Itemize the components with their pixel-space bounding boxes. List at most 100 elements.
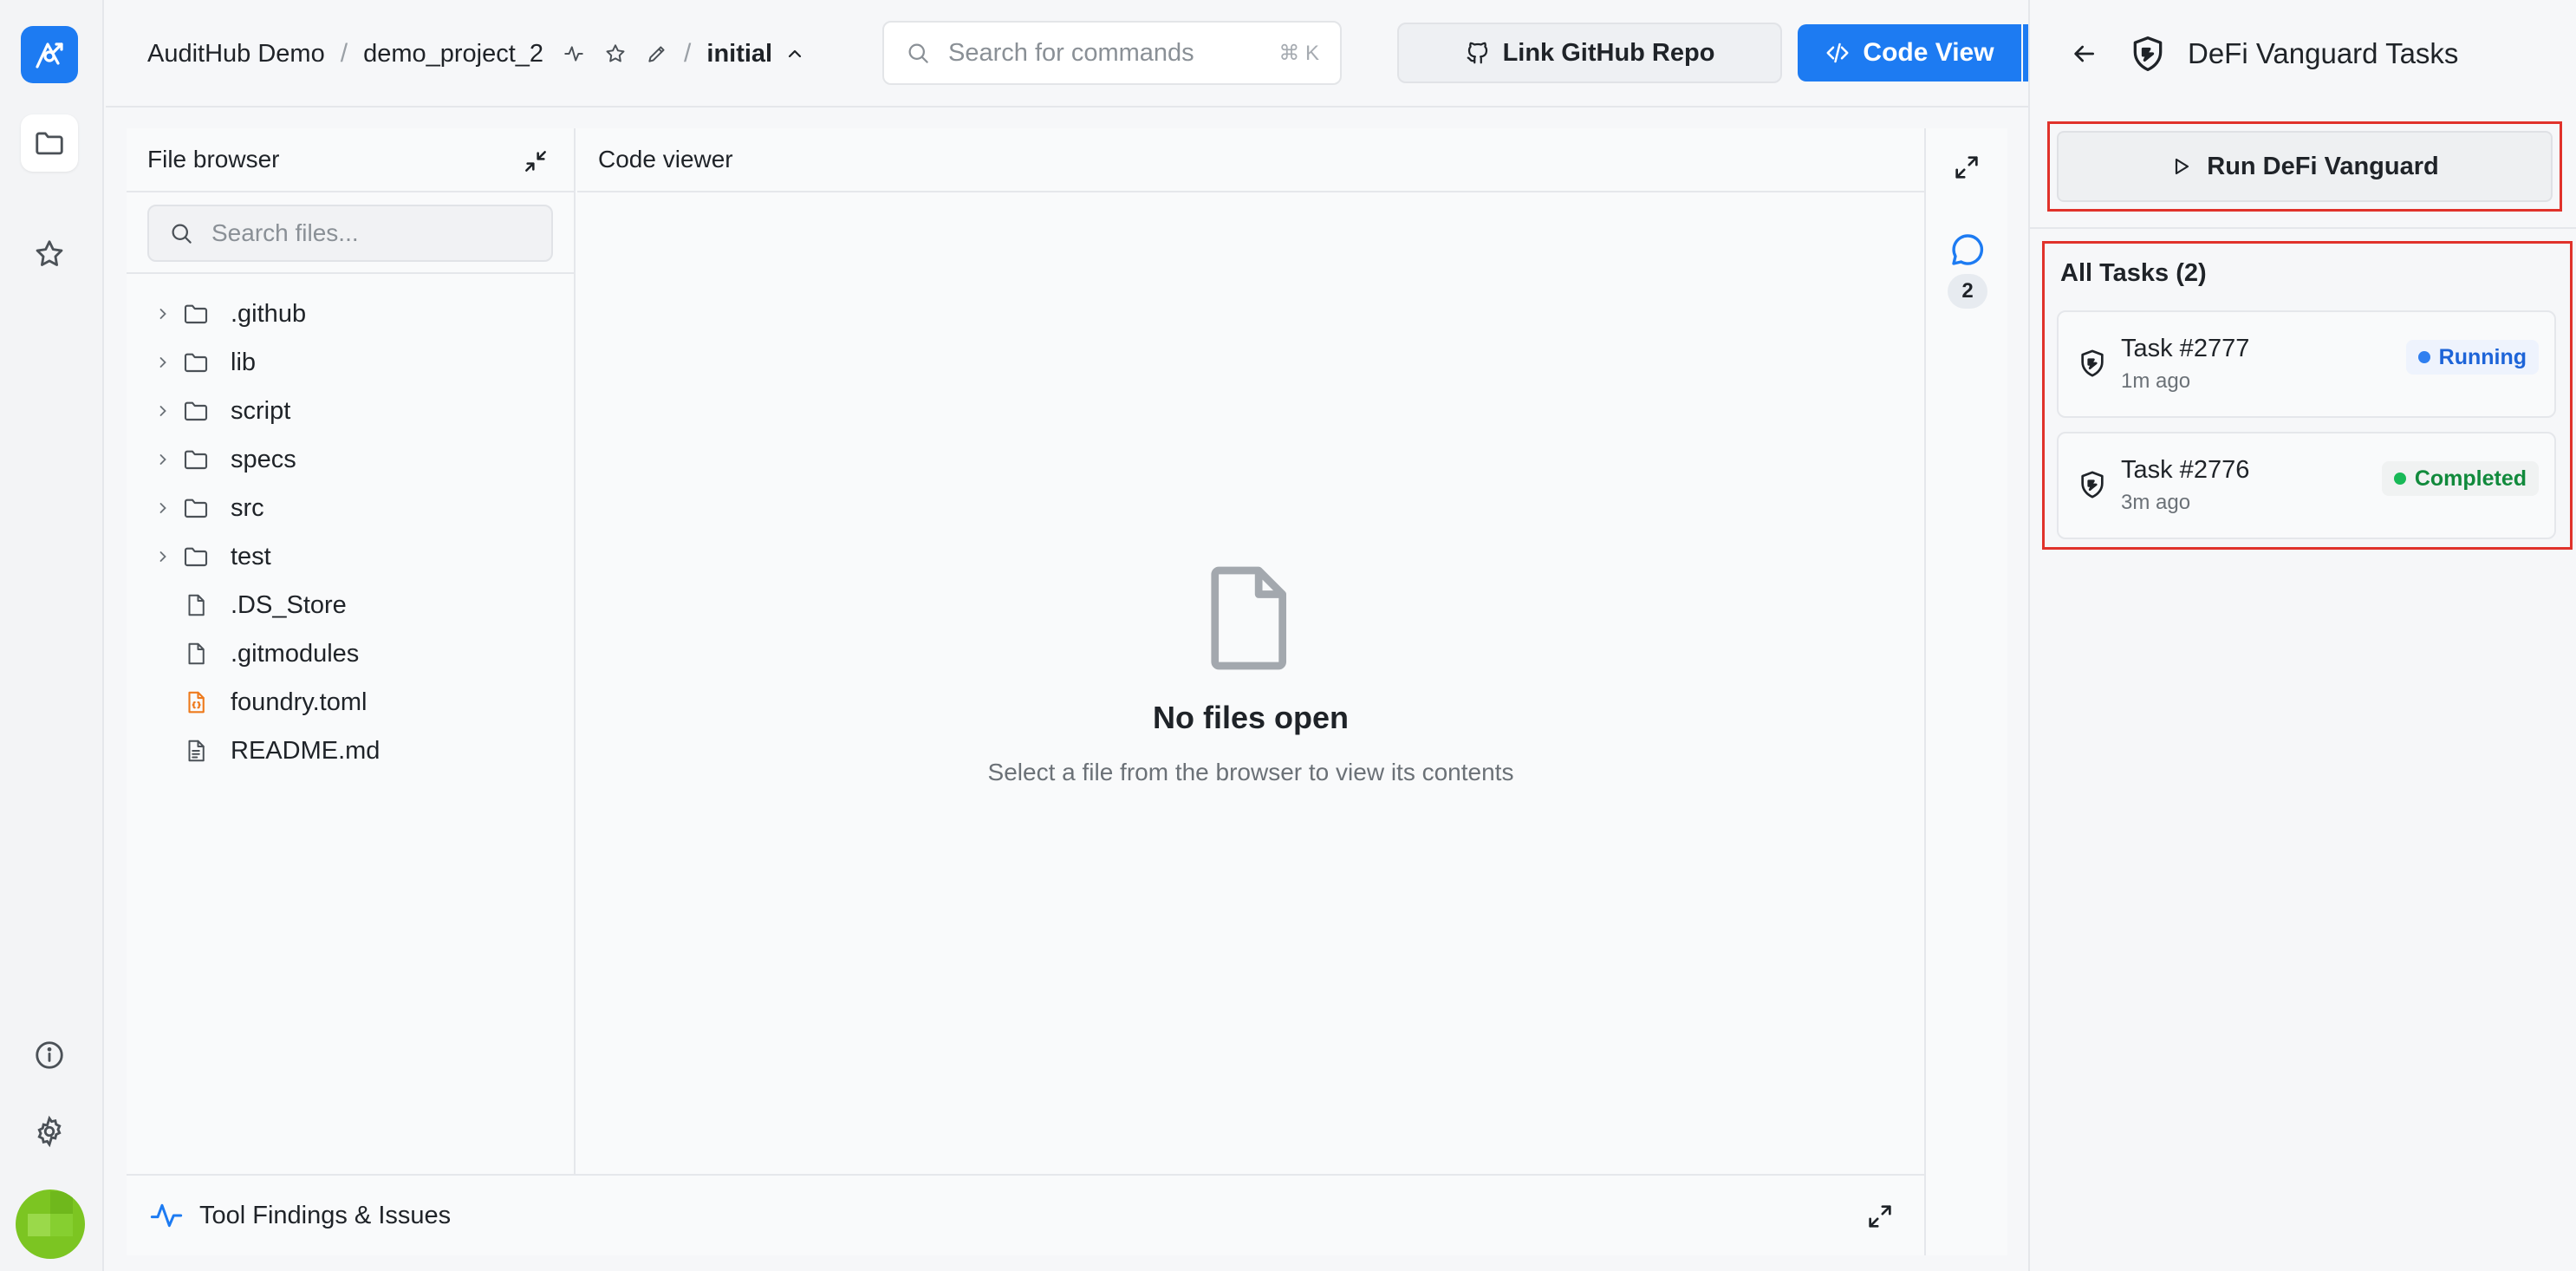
settings-nav-button[interactable] (21, 1103, 78, 1160)
tree-item-label: .DS_Store (231, 590, 347, 619)
panel-title: DeFi Vanguard Tasks (2188, 37, 2459, 69)
code-viewer-header: Code viewer (577, 128, 1924, 192)
folder-icon (179, 446, 213, 473)
empty-state-subtitle: Select a file from the browser to view i… (987, 759, 1514, 785)
config-file-icon (179, 688, 213, 716)
favorites-nav-button[interactable] (21, 225, 78, 283)
search-icon (908, 43, 928, 63)
empty-file-icon (1211, 566, 1287, 670)
side-tools: 2 (1924, 128, 2007, 1255)
task-name: Task #2777 (2121, 335, 2250, 362)
status-badge: Running (2405, 340, 2539, 375)
task-name: Task #2776 (2121, 456, 2250, 484)
tree-item-label: test (231, 542, 271, 570)
tasks-highlight-box: All Tasks (2) Task #2777 1m ago Running … (2042, 241, 2573, 550)
folder-icon (179, 300, 213, 328)
branch-selector[interactable]: initial (706, 40, 772, 68)
tree-item-label: src (231, 493, 264, 522)
app-logo-icon[interactable] (21, 26, 78, 83)
tree-item-label: .github (231, 299, 307, 328)
status-badge: Completed (2381, 461, 2539, 496)
tool-findings-bar[interactable]: Tool Findings & Issues (127, 1174, 1924, 1255)
tree-item-label: foundry.toml (231, 688, 368, 716)
run-defi-vanguard-button[interactable]: Run DeFi Vanguard (2057, 131, 2553, 202)
tree-item-label: lib (231, 348, 257, 376)
chevron-right-icon[interactable] (127, 354, 179, 371)
task-card[interactable]: Task #2776 3m ago Completed (2057, 432, 2556, 539)
folder-icon (179, 494, 213, 522)
chevron-right-icon[interactable] (127, 305, 179, 323)
file-browser-header: File browser (127, 128, 574, 192)
tree-item-file[interactable]: .gitmodules (127, 629, 576, 678)
divider (2030, 227, 2576, 229)
files-nav-button[interactable] (21, 114, 78, 172)
tree-item-folder[interactable]: src (127, 484, 576, 532)
search-icon (172, 224, 192, 244)
task-time: 3m ago (2121, 491, 2191, 514)
activity-icon[interactable] (563, 42, 585, 65)
file-search-placeholder: Search files... (211, 219, 359, 246)
github-icon (1467, 42, 1487, 64)
code-viewer-title: Code viewer (598, 146, 733, 173)
folder-icon (179, 397, 213, 425)
empty-state-title: No files open (1152, 700, 1350, 735)
breadcrumb-project[interactable]: demo_project_2 (363, 40, 543, 68)
star-icon[interactable] (604, 42, 627, 65)
tree-item-file[interactable]: .DS_Store (127, 581, 576, 629)
star-icon (36, 240, 63, 266)
pencil-icon[interactable] (646, 42, 668, 65)
tree-item-file[interactable]: README.md (127, 727, 576, 775)
user-avatar[interactable] (16, 1190, 85, 1259)
comment-icon[interactable] (1947, 229, 1988, 275)
file-browser-title: File browser (147, 146, 280, 173)
breadcrumb-separator: / (684, 39, 692, 68)
tree-item-folder[interactable]: lib (127, 338, 576, 387)
info-icon (36, 1041, 63, 1069)
top-bar: AuditHub Demo / demo_project_2 / initial… (106, 0, 2092, 108)
tree-item-folder[interactable]: .github (127, 290, 576, 338)
breadcrumb-separator: / (340, 39, 348, 68)
shield-icon (2129, 35, 2167, 73)
command-search-input[interactable]: Search for commands ⌘ K (882, 21, 1342, 85)
run-label: Run DeFi Vanguard (2207, 152, 2439, 180)
chevron-right-icon[interactable] (127, 451, 179, 468)
code-view-label: Code View (1863, 38, 1994, 67)
file-search-input[interactable]: Search files... (147, 205, 553, 262)
chevron-right-icon[interactable] (127, 402, 179, 420)
expand-icon[interactable] (1865, 1202, 1895, 1238)
link-github-button[interactable]: Link GitHub Repo (1397, 23, 1782, 83)
command-search-placeholder: Search for commands (948, 38, 1194, 67)
pulse-icon (150, 1203, 183, 1228)
tree-item-folder[interactable]: specs (127, 435, 576, 484)
status-label: Completed (2414, 466, 2527, 491)
tasks-title: All Tasks (2) (2060, 259, 2207, 287)
left-rail (0, 0, 104, 1271)
task-card[interactable]: Task #2777 1m ago Running (2057, 310, 2556, 418)
divider (127, 272, 576, 274)
breadcrumb: AuditHub Demo / demo_project_2 / initial (147, 33, 805, 75)
chevron-right-icon[interactable] (127, 499, 179, 517)
tree-item-folder[interactable]: script (127, 387, 576, 435)
tree-item-file[interactable]: foundry.toml (127, 678, 576, 727)
back-arrow-icon[interactable] (2070, 40, 2098, 68)
chevron-right-icon[interactable] (127, 548, 179, 565)
code-viewer-panel: Code viewer No files open Select a file … (577, 128, 1924, 1174)
command-search-shortcut: ⌘ K (1278, 41, 1319, 65)
file-icon (179, 640, 213, 668)
breadcrumb-org[interactable]: AuditHub Demo (147, 40, 325, 68)
expand-icon[interactable] (1952, 153, 1981, 186)
play-icon (2176, 158, 2189, 175)
collapse-icon[interactable] (522, 147, 550, 181)
info-nav-button[interactable] (21, 1027, 78, 1084)
file-icon (179, 591, 213, 619)
shield-icon (2078, 349, 2107, 382)
run-highlight-box: Run DeFi Vanguard (2047, 121, 2562, 212)
document-icon (179, 737, 213, 765)
task-time: 1m ago (2121, 369, 2191, 393)
file-browser-panel: File browser Search files... .github lib (127, 128, 576, 1174)
folder-icon (179, 349, 213, 376)
chevron-up-icon[interactable] (784, 43, 805, 64)
code-view-button[interactable]: Code View (1798, 24, 2021, 81)
code-icon (1826, 42, 1849, 63)
tree-item-folder[interactable]: test (127, 532, 576, 581)
